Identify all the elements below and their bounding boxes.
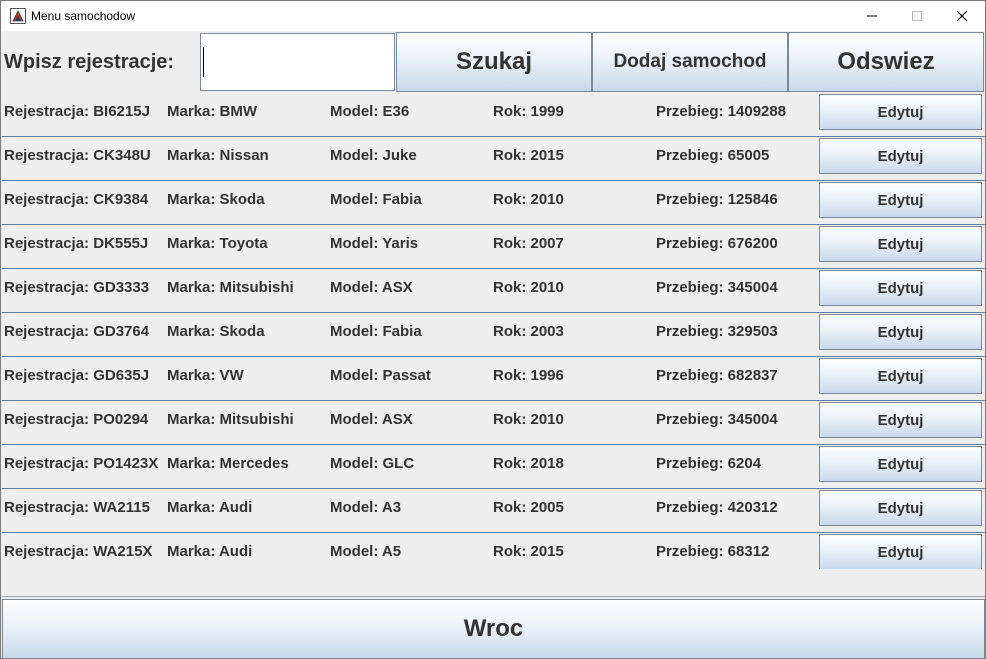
edit-button[interactable]: Edytuj: [819, 534, 982, 570]
year-cell: Rok: 2010: [493, 411, 564, 428]
year-cell: Rok: 2010: [493, 191, 564, 208]
maximize-icon: [912, 11, 922, 21]
year-cell: Rok: 1996: [493, 367, 564, 384]
text-caret: [203, 47, 204, 77]
mileage-cell: Przebieg: 6204: [656, 455, 762, 472]
edit-button[interactable]: Edytuj: [819, 490, 982, 526]
minimize-icon: [867, 15, 877, 17]
registration-cell: Rejestracja: DK555J: [4, 235, 149, 252]
year-cell: Rok: 2015: [493, 147, 564, 164]
registration-cell: Rejestracja: CK348U: [4, 147, 151, 164]
mileage-cell: Przebieg: 65005: [656, 147, 770, 164]
model-cell: Model: ASX: [330, 411, 413, 428]
year-cell: Rok: 2018: [493, 455, 564, 472]
car-row: Rejestracja: BI6215J Marka: BMW Model: E36…: [2, 93, 985, 137]
model-cell: Model: E36: [330, 103, 410, 120]
window-title: Menu samochodow: [31, 9, 136, 23]
mileage-cell: Przebieg: 68312: [656, 543, 770, 560]
mileage-cell: Przebieg: 676200: [656, 235, 778, 252]
model-cell: Model: Juke: [330, 147, 417, 164]
model-cell: Model: Fabia: [330, 191, 422, 208]
mileage-cell: Przebieg: 682837: [656, 367, 778, 384]
year-cell: Rok: 2003: [493, 323, 564, 340]
mileage-cell: Przebieg: 345004: [656, 411, 778, 428]
year-cell: Rok: 1999: [493, 103, 564, 120]
model-cell: Model: A5: [330, 543, 402, 560]
back-button[interactable]: Wroc: [2, 599, 985, 659]
brand-cell: Marka: Skoda: [167, 191, 265, 208]
refresh-button[interactable]: Odswiez: [788, 32, 984, 92]
title-bar[interactable]: Menu samochodow: [1, 1, 985, 31]
year-cell: Rok: 2010: [493, 279, 564, 296]
edit-button[interactable]: Edytuj: [819, 402, 982, 438]
model-cell: Model: Fabia: [330, 323, 422, 340]
registration-cell: Rejestracja: PO1423X: [4, 455, 159, 472]
java-app-icon: [10, 8, 26, 24]
edit-button[interactable]: Edytuj: [819, 270, 982, 306]
brand-cell: Marka: BMW: [167, 103, 258, 120]
registration-search-input[interactable]: [200, 33, 395, 91]
registration-cell: Rejestracja: GD3333: [4, 279, 150, 296]
brand-cell: Marka: Nissan: [167, 147, 269, 164]
registration-cell: Rejestracja: GD635J: [4, 367, 150, 384]
year-cell: Rok: 2015: [493, 543, 564, 560]
model-cell: Model: Yaris: [330, 235, 419, 252]
list-empty-area: [2, 569, 985, 597]
mileage-cell: Przebieg: 420312: [656, 499, 778, 516]
edit-button[interactable]: Edytuj: [819, 182, 982, 218]
car-list: Rejestracja: BI6215J Marka: BMW Model: E36…: [2, 93, 985, 597]
maximize-button[interactable]: [894, 1, 940, 31]
registration-cell: Rejestracja: WA2115: [4, 499, 150, 516]
car-row: Rejestracja: CK9384 Marka: Skoda Model: Fa…: [2, 181, 985, 225]
car-row: Rejestracja: PO0294 Marka: Mitsubishi Mode…: [2, 401, 985, 445]
app-window: Menu samochodow Wpisz rejestracje: Szuka…: [0, 0, 986, 659]
car-row: Rejestracja: GD3764 Marka: Skoda Model: Fa…: [2, 313, 985, 357]
car-row: Rejestracja: PO1423X Marka: Mercedes Model…: [2, 445, 985, 489]
brand-cell: Marka: Mitsubishi: [167, 411, 294, 428]
edit-button[interactable]: Edytuj: [819, 138, 982, 174]
brand-cell: Marka: Skoda: [167, 323, 265, 340]
brand-cell: Marka: Audi: [167, 543, 253, 560]
minimize-button[interactable]: [849, 1, 895, 31]
mileage-cell: Przebieg: 1409288: [656, 103, 787, 120]
mileage-cell: Przebieg: 125846: [656, 191, 778, 208]
year-cell: Rok: 2007: [493, 235, 564, 252]
car-row: Rejestracja: GD3333 Marka: Mitsubishi Mode…: [2, 269, 985, 313]
car-row: Rejestracja: CK348U Marka: Nissan Model: J…: [2, 137, 985, 181]
brand-cell: Marka: Mitsubishi: [167, 279, 294, 296]
edit-button[interactable]: Edytuj: [819, 226, 982, 262]
search-button[interactable]: Szukaj: [396, 32, 592, 92]
brand-cell: Marka: Audi: [167, 499, 253, 516]
brand-cell: Marka: Mercedes: [167, 455, 289, 472]
registration-cell: Rejestracja: BI6215J: [4, 103, 150, 120]
edit-button[interactable]: Edytuj: [819, 94, 982, 130]
close-button[interactable]: [939, 1, 985, 31]
model-cell: Model: Passat: [330, 367, 431, 384]
registration-cell: Rejestracja: WA215X: [4, 543, 153, 560]
registration-cell: Rejestracja: GD3764: [4, 323, 150, 340]
car-row: Rejestracja: GD635J Marka: VW Model: Passa…: [2, 357, 985, 401]
registration-cell: Rejestracja: CK9384: [4, 191, 149, 208]
car-row: Rejestracja: DK555J Marka: Toyota Model: Y…: [2, 225, 985, 269]
year-cell: Rok: 2005: [493, 499, 564, 516]
model-cell: Model: ASX: [330, 279, 413, 296]
mileage-cell: Przebieg: 345004: [656, 279, 778, 296]
add-car-button[interactable]: Dodaj samochod: [592, 32, 788, 92]
car-row: Rejestracja: WA2115 Marka: Audi Model: A3 R…: [2, 489, 985, 533]
registration-cell: Rejestracja: PO0294: [4, 411, 149, 428]
edit-button[interactable]: Edytuj: [819, 446, 982, 482]
model-cell: Model: A3: [330, 499, 402, 516]
mileage-cell: Przebieg: 329503: [656, 323, 778, 340]
model-cell: Model: GLC: [330, 455, 415, 472]
brand-cell: Marka: Toyota: [167, 235, 268, 252]
edit-button[interactable]: Edytuj: [819, 358, 982, 394]
edit-button[interactable]: Edytuj: [819, 314, 982, 350]
brand-cell: Marka: VW: [167, 367, 244, 384]
close-icon: [956, 10, 968, 22]
search-label: Wpisz rejestracje:: [4, 51, 175, 73]
